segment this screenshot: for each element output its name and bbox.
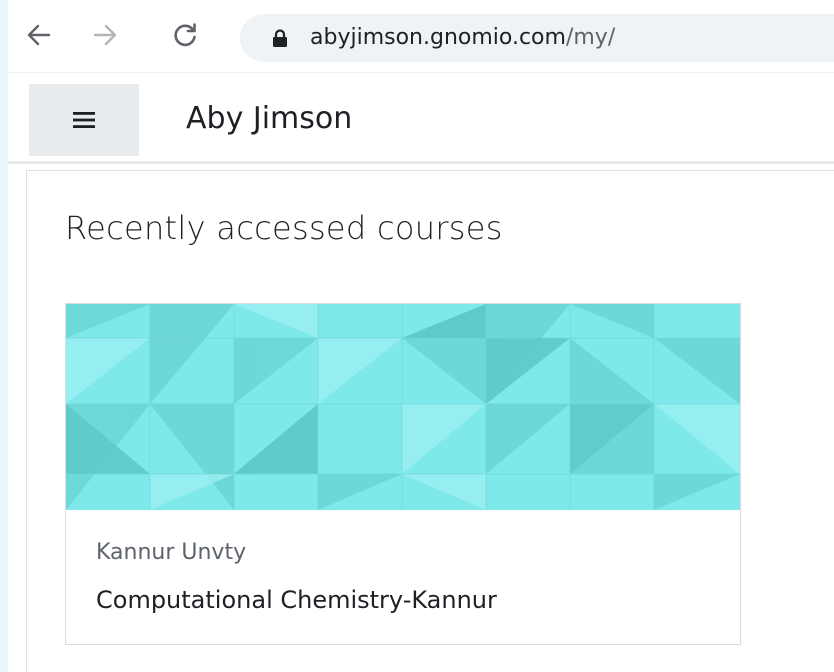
arrow-left-icon <box>27 24 51 46</box>
address-url[interactable]: abyjimson.gnomio.com/my/ <box>310 23 615 53</box>
hamburger-menu-icon <box>73 112 95 128</box>
course-card[interactable]: Kannur Unvty Computational Chemistry-Kan… <box>65 303 741 645</box>
reload-button[interactable] <box>168 18 202 52</box>
course-name-link[interactable]: Computational Chemistry-Kannur <box>96 584 497 616</box>
back-button[interactable] <box>22 18 56 52</box>
block-title: Recently accessed courses <box>65 209 503 247</box>
course-image[interactable] <box>66 304 740 510</box>
dashboard-content: Recently accessed courses Kannur Unvty C… <box>26 170 834 672</box>
site-header: Aby Jimson <box>8 72 834 164</box>
drawer-toggle-button[interactable] <box>29 84 139 156</box>
reload-icon <box>174 23 196 47</box>
browser-toolbar: abyjimson.gnomio.com/my/ <box>8 0 834 72</box>
course-pattern <box>66 304 740 510</box>
address-bar[interactable]: abyjimson.gnomio.com/my/ <box>240 14 834 62</box>
url-path: /my/ <box>565 25 616 50</box>
browser-window: abyjimson.gnomio.com/my/ Aby Jimson Rece… <box>8 0 834 672</box>
lock-icon <box>273 29 287 47</box>
arrow-right-icon <box>93 24 117 46</box>
site-title[interactable]: Aby Jimson <box>186 99 352 139</box>
url-host: abyjimson.gnomio.com <box>310 25 566 50</box>
course-category: Kannur Unvty <box>96 540 247 565</box>
forward-button[interactable] <box>88 18 122 52</box>
